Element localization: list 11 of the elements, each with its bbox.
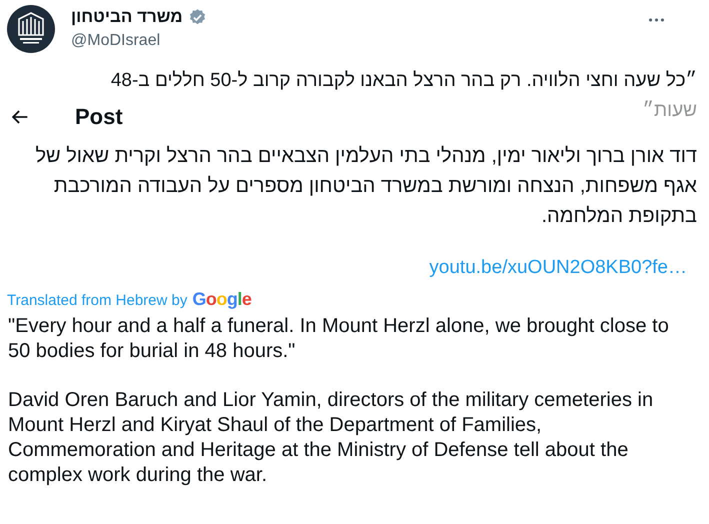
author-name[interactable]: משרד הביטחון: [71, 7, 183, 27]
google-logo: Google: [192, 289, 252, 310]
translated-text: "Every hour and a half a funeral. In Mount Herzl alone, we brought close to 50 bodies for burial in 48 hours.": [7, 314, 670, 364]
avatar-logo[interactable]: [7, 5, 55, 53]
quote-text: שעות״: [642, 99, 697, 123]
more-icon[interactable]: [648, 17, 665, 23]
post-text: דוד אורן ברוך וליאור ימין, מנהלי בתי העלמין הצבאיים בהר הרצל וקרית שאול של אגף משפחות, הנצחה ומורשת במשרד הביטחון מספרים על העבודה המורכבת בתקופת המלחמה.: [34, 144, 698, 229]
quote-text: ״כל שעה וחצי הלוויה. רק בהר הרצל הבאנו לקבורה קרוב ל-50 חללים ב-48: [110, 69, 697, 93]
translated-text: David Oren Baruch and Lior Yamin, directors of the military cemeteries in Mount Herzl and Kiryat Shaul of the Department of Families, Commemoration and Heritage at the Ministry of Defense tell about the complex work during the war.: [7, 388, 654, 488]
author-handle[interactable]: @MoDIsrael: [71, 32, 207, 50]
header-title: Post: [75, 104, 123, 130]
